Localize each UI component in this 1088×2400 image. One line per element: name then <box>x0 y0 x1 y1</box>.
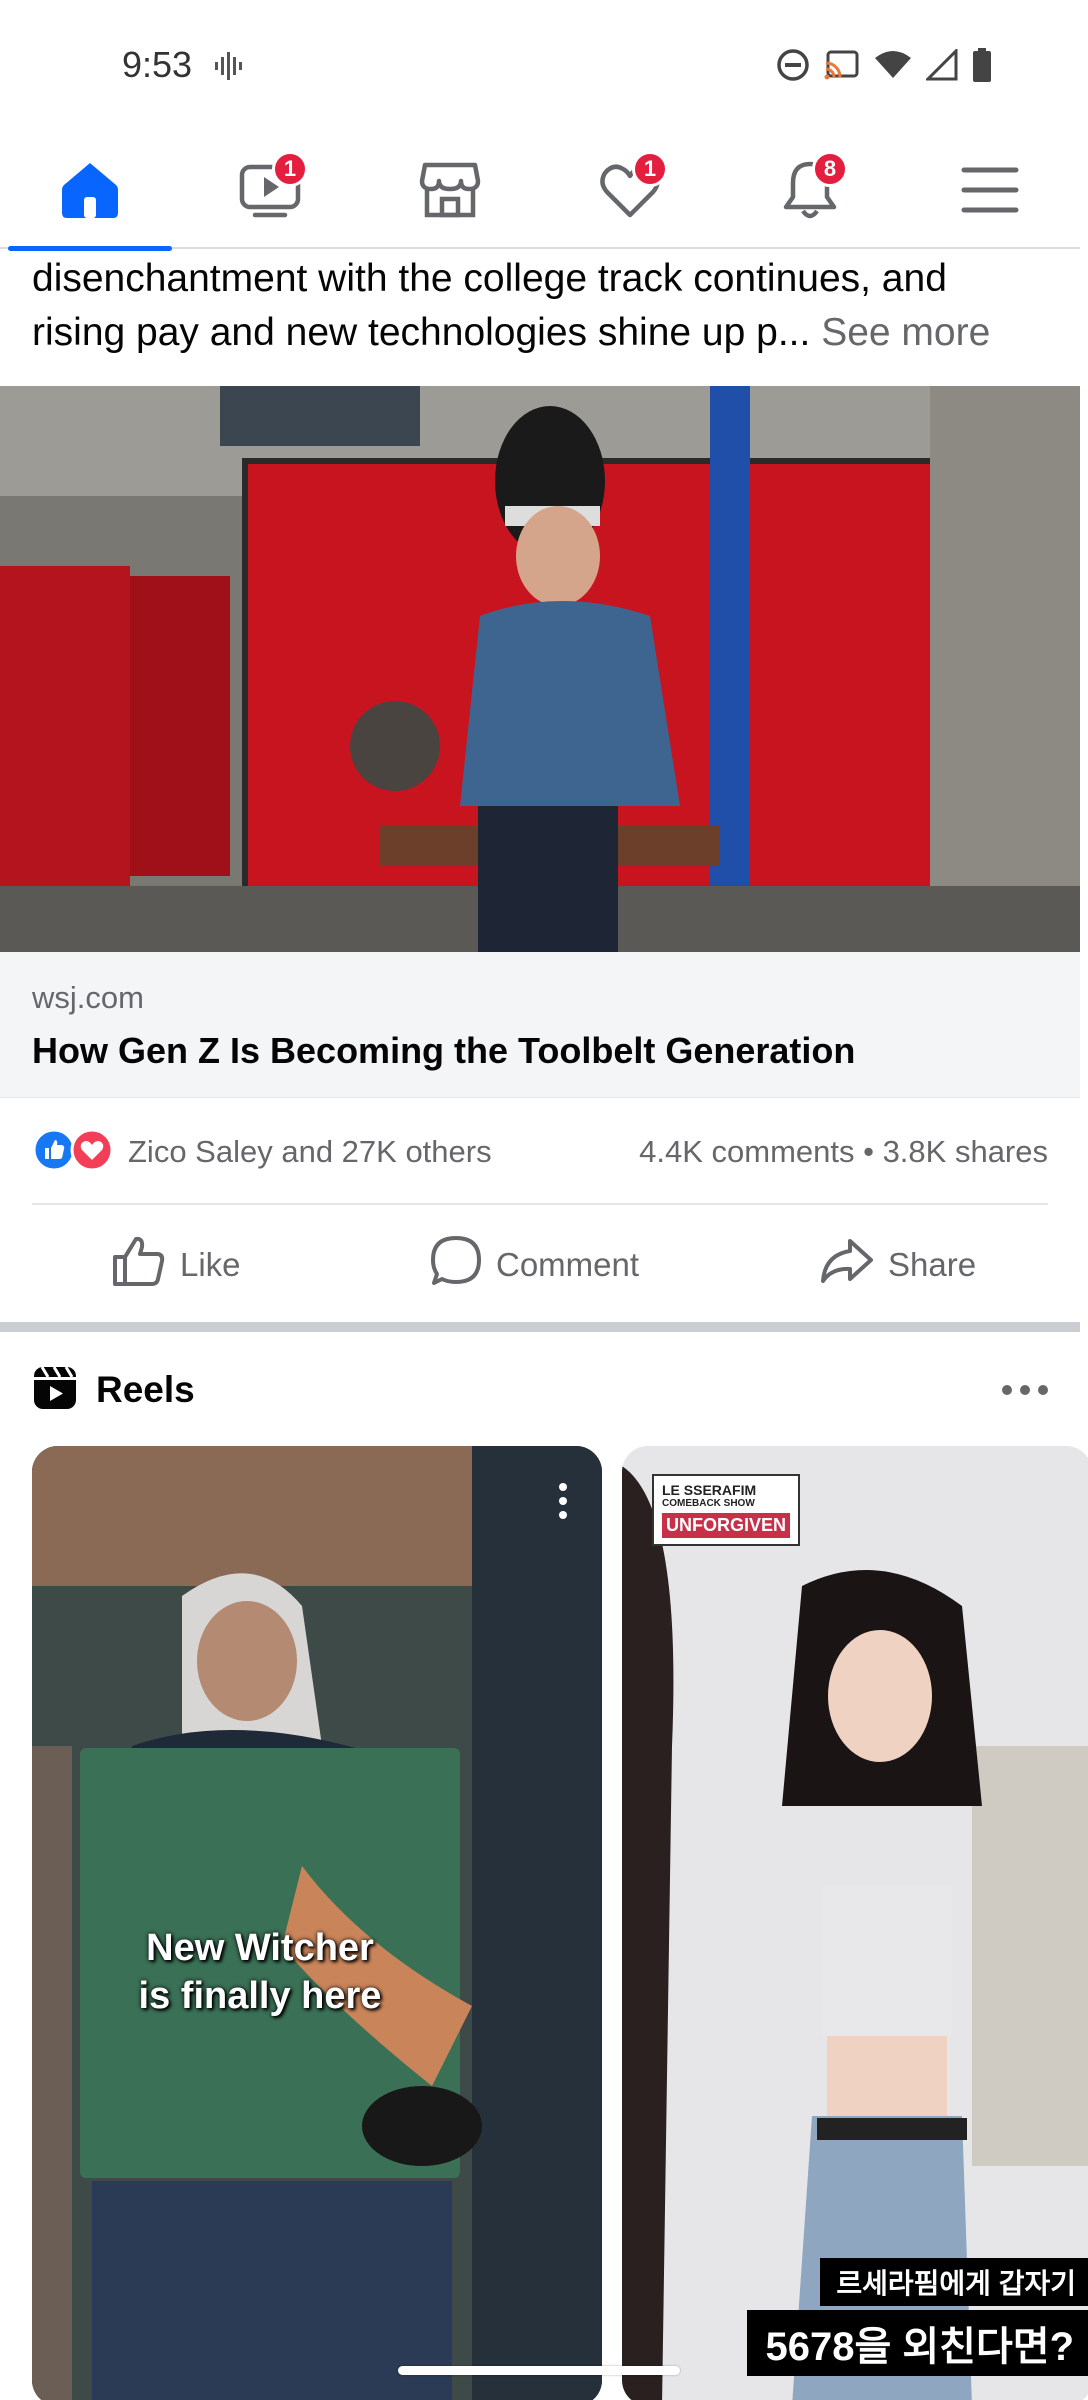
dnd-icon <box>776 48 810 87</box>
vibrate-icon <box>214 52 244 85</box>
share-icon <box>820 1238 874 1292</box>
dating-badge: 1 <box>632 151 668 187</box>
post-text: disenchantment with the college track co… <box>32 252 1052 360</box>
share-label: Share <box>888 1246 977 1283</box>
marketplace-icon <box>419 159 481 226</box>
cast-icon <box>824 49 860 86</box>
signal-icon <box>924 47 958 86</box>
notifications-badge: 8 <box>812 151 848 187</box>
post-text-line-1: disenchantment with the college track co… <box>32 257 947 300</box>
reaction-names: Zico Saley and 27K others <box>128 1134 492 1169</box>
link-title: How Gen Z Is Becoming the Toolbelt Gener… <box>32 1030 856 1071</box>
wifi-icon <box>874 50 912 85</box>
nav-dating[interactable]: 1 <box>540 135 720 249</box>
comment-button[interactable]: Comment <box>430 1208 639 1322</box>
nav-menu[interactable] <box>900 135 1080 249</box>
link-domain: wsj.com <box>32 980 144 1015</box>
reel-card[interactable]: LE SSERAFIM COMEBACK SHOW UNFORGIVEN 르세라… <box>622 1446 1088 2400</box>
thumbs-up-icon <box>112 1235 166 1295</box>
reels-icon <box>32 1365 78 1416</box>
link-preview[interactable]: wsj.com How Gen Z Is Becoming the Toolbe… <box>0 952 1080 1098</box>
divider <box>32 1203 1048 1205</box>
comment-icon <box>430 1235 482 1295</box>
reel-korean-caption: 르세라핌에게 갑자기 5678을 외친다면? <box>747 2258 1088 2376</box>
love-reaction-icon <box>70 1128 114 1177</box>
share-button[interactable]: Share <box>820 1208 976 1322</box>
top-nav: 1 1 8 <box>0 135 1080 251</box>
like-label: Like <box>180 1246 241 1283</box>
comment-label: Comment <box>496 1246 640 1283</box>
nav-notifications[interactable]: 8 <box>720 135 900 249</box>
comment-share-counts[interactable]: 4.4K comments • 3.8K shares <box>639 1134 1048 1170</box>
see-more-link[interactable]: See more <box>821 311 990 354</box>
battery-icon <box>972 48 992 87</box>
reel-card[interactable]: New Witcher is finally here <box>32 1446 602 2400</box>
video-badge: 1 <box>272 151 308 187</box>
reel-options-icon[interactable] <box>558 1482 568 1525</box>
nav-home[interactable] <box>0 135 180 251</box>
post-image[interactable] <box>0 386 1080 952</box>
more-options-icon[interactable] <box>1002 1385 1048 1395</box>
home-indicator[interactable] <box>398 2366 680 2375</box>
home-icon <box>59 159 121 226</box>
reactions-row[interactable]: Zico Saley and 27K others 4.4K comments … <box>32 1122 1048 1182</box>
status-bar: 9:53 <box>0 0 1088 135</box>
section-divider <box>0 1322 1080 1332</box>
like-button[interactable]: Like <box>112 1208 241 1322</box>
reel-caption: New Witcher is finally here <box>138 1927 382 2017</box>
reels-title: Reels <box>96 1369 195 1410</box>
post-actions: Like Comment Share <box>0 1208 1080 1322</box>
post-text-line-2: rising pay and new technologies shine up… <box>32 311 811 354</box>
reel-brand-logo: LE SSERAFIM COMEBACK SHOW UNFORGIVEN <box>652 1474 801 1546</box>
nav-marketplace[interactable] <box>360 135 540 249</box>
reels-header: Reels <box>32 1360 1048 1420</box>
menu-icon <box>961 165 1019 220</box>
status-time: 9:53 <box>122 44 193 85</box>
nav-video[interactable]: 1 <box>180 135 360 249</box>
